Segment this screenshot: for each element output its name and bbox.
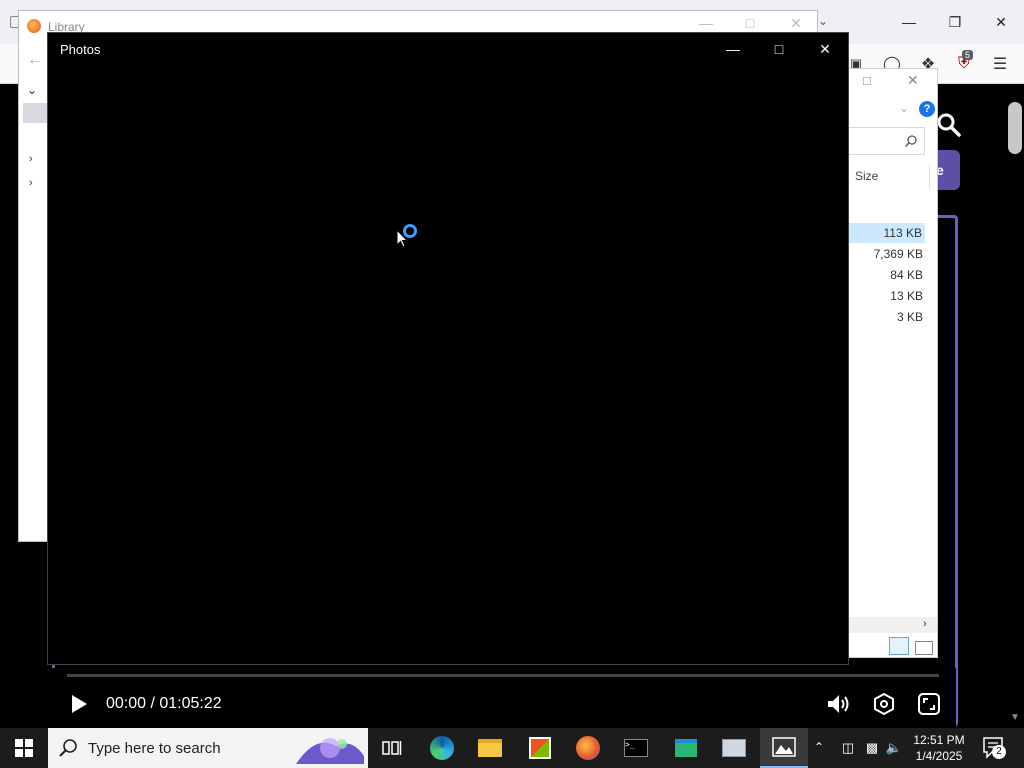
mouse-cursor-icon bbox=[396, 229, 408, 248]
firefox-logo-icon bbox=[27, 19, 41, 33]
notification-count-badge: 2 bbox=[992, 745, 1006, 759]
scroll-right-arrow-icon[interactable]: › bbox=[923, 618, 927, 630]
ublock-count-badge: 5 bbox=[962, 50, 974, 60]
page-search-icon[interactable] bbox=[936, 112, 962, 138]
terminal-icon: >_ bbox=[624, 739, 648, 757]
installer-icon bbox=[675, 739, 697, 757]
remote-desktop-icon bbox=[722, 739, 746, 757]
file-size-cell[interactable]: 84 KB bbox=[843, 265, 923, 285]
store-taskbar-button[interactable] bbox=[516, 728, 564, 768]
size-column-header[interactable]: Size bbox=[855, 169, 878, 183]
media-controls: 00:00 / 01:05:22 bbox=[50, 668, 956, 728]
library-tree-expand-icon[interactable]: › bbox=[29, 177, 33, 189]
firefox-taskbar-button[interactable] bbox=[564, 728, 612, 768]
meet-now-icon[interactable]: ◫ bbox=[838, 738, 858, 758]
seek-bar[interactable] bbox=[67, 674, 939, 677]
photos-taskbar-button[interactable] bbox=[760, 728, 808, 768]
scroll-down-arrow-icon[interactable]: ▼ bbox=[1010, 712, 1020, 723]
taskbar: Type here to search >_ ⌃ ◫ ▩ 🔈 12:51 PM … bbox=[0, 728, 1024, 768]
search-icon bbox=[904, 135, 917, 148]
menu-hamburger-icon[interactable]: ☰ bbox=[986, 50, 1014, 78]
photos-maximize-button[interactable]: □ bbox=[756, 33, 802, 65]
browser-close-button[interactable]: ✕ bbox=[978, 0, 1024, 44]
photos-minimize-button[interactable]: — bbox=[710, 33, 756, 65]
settings-hexagon-icon[interactable] bbox=[872, 692, 896, 716]
task-view-icon bbox=[382, 741, 402, 755]
page-scrollbar[interactable] bbox=[1006, 86, 1024, 728]
explorer-horizontal-scrollbar[interactable]: › bbox=[849, 617, 937, 633]
explorer-search-input[interactable] bbox=[847, 127, 925, 155]
file-size-cell[interactable]: 7,369 KB bbox=[843, 244, 923, 264]
clock-time: 12:51 PM bbox=[913, 733, 965, 747]
photos-close-button[interactable]: ✕ bbox=[802, 33, 848, 65]
play-icon[interactable] bbox=[68, 692, 90, 716]
store-icon bbox=[529, 737, 551, 759]
edge-icon bbox=[430, 736, 454, 760]
file-explorer-window: □ ✕ ⌄ ? Size 113 KB 7,369 KB 84 KB 13 KB… bbox=[847, 68, 938, 660]
installer-taskbar-button[interactable] bbox=[662, 728, 710, 768]
clock-date: 1/4/2025 bbox=[915, 749, 963, 763]
library-back-icon[interactable]: ← bbox=[27, 51, 43, 69]
search-placeholder: Type here to search bbox=[88, 740, 221, 757]
explorer-close-icon[interactable]: ✕ bbox=[907, 72, 919, 89]
explorer-maximize-icon[interactable]: □ bbox=[863, 73, 871, 88]
terminal-taskbar-button[interactable]: >_ bbox=[612, 728, 660, 768]
clock[interactable]: 12:51 PM 1/4/2025 bbox=[906, 732, 972, 764]
explorer-view-switcher bbox=[889, 637, 934, 660]
browser-restore-button[interactable]: ❐ bbox=[932, 0, 978, 44]
file-size-cell[interactable]: 13 KB bbox=[843, 286, 923, 306]
edge-taskbar-button[interactable] bbox=[418, 728, 466, 768]
large-icons-view-icon[interactable] bbox=[915, 641, 934, 655]
windows-logo-icon bbox=[15, 739, 33, 757]
network-icon[interactable]: ▩ bbox=[862, 738, 882, 758]
library-tree-expand-icon[interactable]: › bbox=[29, 153, 33, 165]
tab-list-chevron-icon[interactable]: ⌄ bbox=[818, 14, 828, 28]
taskbar-search-box[interactable]: Type here to search bbox=[48, 728, 368, 768]
firefox-icon bbox=[576, 736, 600, 760]
file-explorer-taskbar-button[interactable] bbox=[466, 728, 514, 768]
volume-icon[interactable] bbox=[826, 692, 852, 716]
photos-title: Photos bbox=[60, 42, 101, 57]
remote-desktop-taskbar-button[interactable] bbox=[710, 728, 758, 768]
column-divider bbox=[929, 165, 930, 189]
library-tree-selected-row[interactable] bbox=[23, 103, 49, 123]
photos-window: Photos — □ ✕ bbox=[47, 32, 849, 665]
folder-icon bbox=[478, 739, 502, 757]
start-button[interactable] bbox=[0, 728, 48, 768]
file-size-cell[interactable]: 3 KB bbox=[843, 307, 923, 327]
details-view-icon[interactable] bbox=[889, 637, 909, 655]
search-icon bbox=[59, 739, 77, 757]
fullscreen-icon[interactable] bbox=[917, 692, 941, 716]
page-scroll-thumb[interactable] bbox=[1008, 102, 1022, 154]
task-view-button[interactable] bbox=[368, 728, 416, 768]
volume-muted-icon[interactable]: 🔈 bbox=[884, 738, 904, 758]
search-highlight-illustration-icon bbox=[296, 738, 364, 764]
help-icon[interactable]: ? bbox=[919, 101, 935, 117]
library-tree-chevron-icon[interactable]: ⌄ bbox=[27, 83, 37, 97]
file-size-cell[interactable]: 113 KB bbox=[849, 223, 925, 243]
explorer-expand-ribbon-icon[interactable]: ⌄ bbox=[899, 101, 909, 115]
playback-time: 00:00 / 01:05:22 bbox=[106, 695, 222, 712]
photos-app-icon bbox=[772, 737, 796, 757]
browser-minimize-button[interactable]: — bbox=[886, 0, 932, 44]
show-hidden-icons-chevron-icon[interactable]: ⌃ bbox=[814, 740, 824, 754]
